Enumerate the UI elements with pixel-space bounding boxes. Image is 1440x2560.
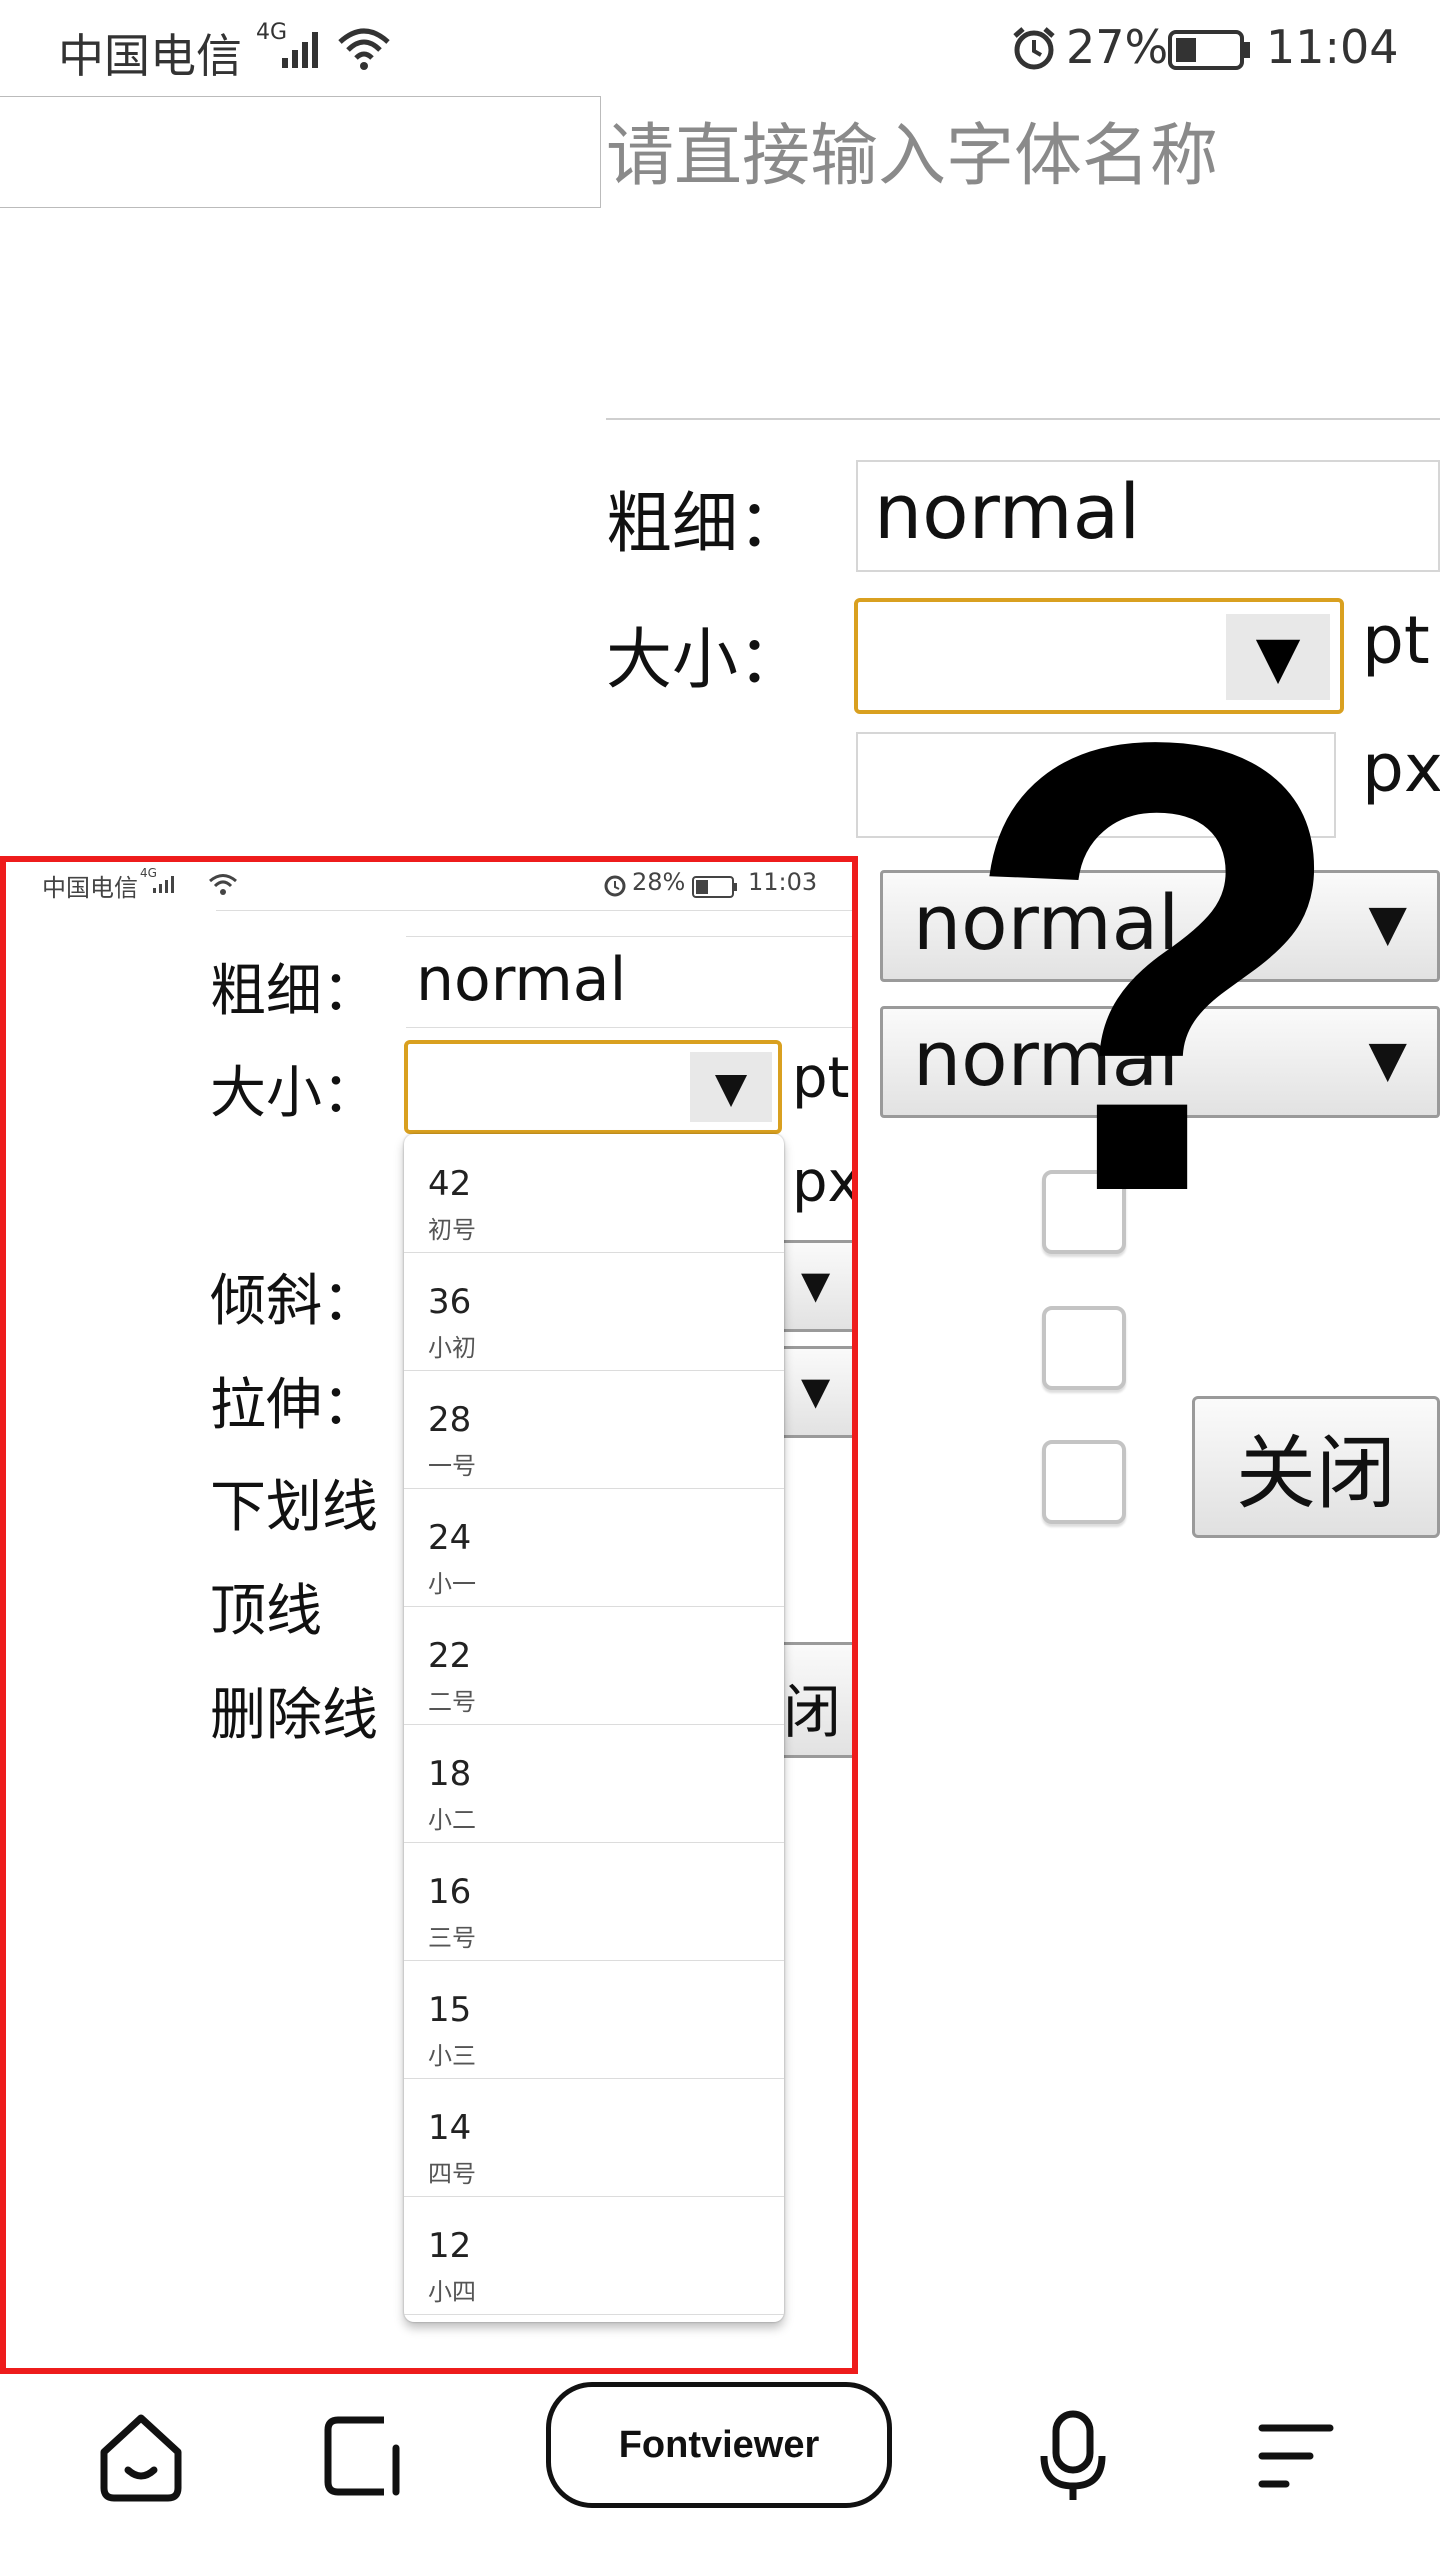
size-option[interactable]: 28 一号 <box>404 1370 784 1489</box>
size-option-value: 28 <box>428 1400 472 1440</box>
bottom-nav: Fontviewer <box>0 2376 1440 2560</box>
inset-weight-field[interactable]: normal <box>406 936 852 1028</box>
size-option-value: 22 <box>428 1636 472 1676</box>
size-option-value: 24 <box>428 1518 472 1558</box>
size-option-value: 18 <box>428 1754 472 1794</box>
inset-battery-percent: 28% <box>632 868 686 896</box>
inset-size-label: 大小： <box>210 1061 378 1126</box>
inset-weight-value: normal <box>416 945 627 1015</box>
inset-alarm-icon <box>602 872 628 902</box>
unit-pt: pt <box>1362 602 1430 679</box>
inset-underline-label: 下划线 <box>210 1475 378 1540</box>
unit-px: px <box>1362 730 1440 807</box>
wifi-icon <box>336 24 392 76</box>
inset-close-button-partial[interactable]: 闭 <box>778 1642 852 1758</box>
inset-weight-label: 粗细： <box>210 959 378 1024</box>
close-button[interactable]: 关闭 <box>1192 1396 1440 1538</box>
inset-size-dropdown-arrow[interactable]: ▼ <box>690 1052 772 1122</box>
inset-screenshot: 中国电信 4G 28% 11:03 粗细： normal 大小： ▼ pt px… <box>0 856 858 2374</box>
size-option-name: 小四 <box>428 2278 476 2306</box>
strikethrough-checkbox[interactable] <box>1042 1440 1126 1524</box>
clock: 11:04 <box>1266 20 1399 74</box>
fontviewer-button[interactable]: Fontviewer <box>546 2382 892 2508</box>
size-option[interactable]: 14 四号 <box>404 2078 784 2197</box>
size-option-name: 初号 <box>428 1216 476 1244</box>
size-option-name: 小三 <box>428 2042 476 2070</box>
size-option-value: 42 <box>428 1164 472 1204</box>
size-option-name: 小一 <box>428 1570 476 1598</box>
size-option-value: 36 <box>428 1282 472 1322</box>
chevron-down-icon: ▼ <box>801 1369 831 1413</box>
inset-clock: 11:03 <box>748 868 818 896</box>
inset-wifi-icon <box>208 872 238 900</box>
font-name-input[interactable]: 请直接输入字体名称 <box>606 100 1218 199</box>
size-option[interactable]: 36 小初 <box>404 1252 784 1371</box>
menu-icon[interactable] <box>1256 2420 1336 2496</box>
size-option[interactable]: 42 初号 <box>404 1134 784 1253</box>
signal-icon <box>280 26 326 74</box>
size-dropdown-list[interactable]: 42 初号 36 小初 28 一号 24 小一 22 二号 18 小二 16 三号 15 小三 14 四号 12 小四 <box>404 1134 784 2322</box>
inset-style-select-partial[interactable]: ▼ <box>778 1240 852 1332</box>
alarm-icon <box>1010 24 1058 76</box>
inset-italic-label: 倾斜： <box>210 1269 378 1334</box>
inset-divider <box>216 910 852 911</box>
weight-field[interactable]: normal <box>856 460 1440 572</box>
size-option-value: 14 <box>428 2108 472 2148</box>
size-option[interactable]: 16 三号 <box>404 1842 784 1961</box>
divider <box>606 418 1440 420</box>
size-option-name: 三号 <box>428 1924 476 1952</box>
inset-strikethrough-label: 删除线 <box>210 1683 378 1748</box>
home-icon[interactable] <box>98 2412 184 2508</box>
size-option[interactable]: 22 二号 <box>404 1606 784 1725</box>
size-option-value: 15 <box>428 1990 472 2030</box>
size-option[interactable]: 12 小四 <box>404 2196 784 2315</box>
font-name-input-left[interactable] <box>0 96 601 208</box>
size-option[interactable]: 15 小三 <box>404 1960 784 2079</box>
chevron-down-icon: ▼ <box>1368 894 1407 952</box>
inset-unit-px: px <box>792 1150 858 1215</box>
inset-unit-pt: pt <box>792 1046 850 1111</box>
size-option[interactable]: 18 小二 <box>404 1724 784 1843</box>
size-option-value: 12 <box>428 2226 472 2266</box>
battery-percent: 27% <box>1066 20 1169 74</box>
microphone-icon[interactable] <box>1038 2410 1108 2510</box>
size-option-name: 小初 <box>428 1334 476 1362</box>
weight-value: normal <box>874 467 1141 556</box>
weight-label: 粗细： <box>606 485 804 562</box>
tabs-icon[interactable] <box>322 2414 406 2502</box>
inset-close-button-text: 闭 <box>783 1678 842 1746</box>
size-option-name: 小二 <box>428 1806 476 1834</box>
size-option-value: 16 <box>428 1872 472 1912</box>
inset-stretch-label: 拉伸： <box>210 1373 378 1438</box>
inset-battery-icon <box>692 876 738 902</box>
inset-carrier: 中国电信 <box>42 874 138 902</box>
battery-icon <box>1168 30 1252 74</box>
chevron-down-icon: ▼ <box>801 1263 831 1307</box>
status-bar: 中国电信 4G 27% 11:04 <box>0 0 1440 96</box>
question-mark-overlay: ? <box>960 610 1351 1325</box>
size-option-name: 二号 <box>428 1688 476 1716</box>
size-option[interactable]: 24 小一 <box>404 1488 784 1607</box>
size-label: 大小： <box>606 621 804 698</box>
size-option-name: 四号 <box>428 2160 476 2188</box>
inset-signal-icon <box>152 874 176 898</box>
chevron-down-icon: ▼ <box>1368 1030 1407 1088</box>
inset-size-select[interactable]: ▼ <box>404 1040 782 1134</box>
inset-overline-label: 顶线 <box>210 1579 322 1644</box>
carrier-name: 中国电信 <box>58 29 242 83</box>
size-option-name: 一号 <box>428 1452 476 1480</box>
inset-stretch-select-partial[interactable]: ▼ <box>778 1346 852 1438</box>
